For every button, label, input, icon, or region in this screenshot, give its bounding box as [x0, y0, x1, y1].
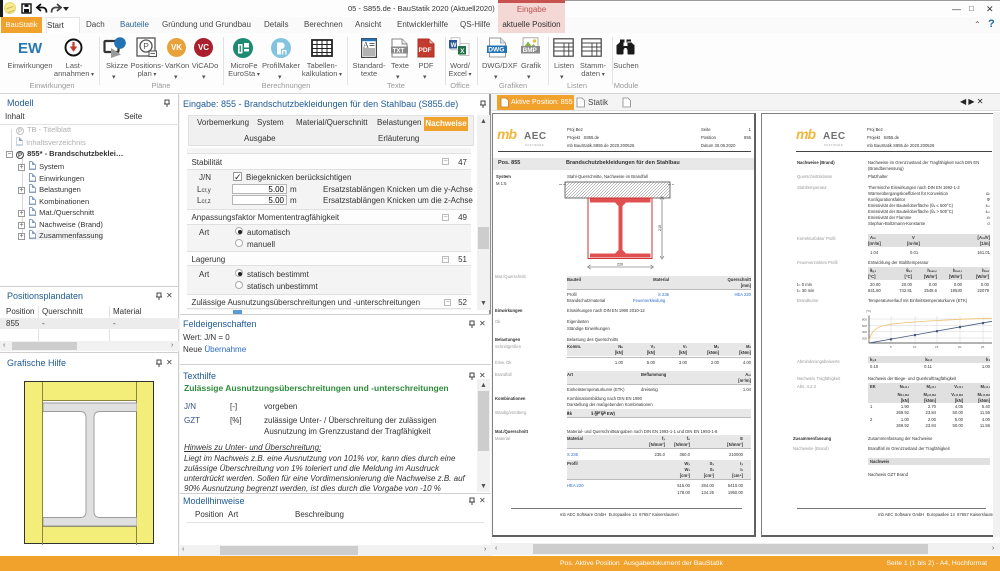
svg-text:A: A [363, 41, 369, 50]
svg-text:BMP: BMP [523, 47, 538, 54]
svg-text:TXT: TXT [393, 47, 405, 54]
svg-text:PDF: PDF [419, 47, 432, 54]
svg-text:400: 400 [862, 330, 867, 334]
svg-text:210: 210 [658, 225, 662, 231]
svg-text:220: 220 [617, 263, 623, 267]
svg-text:10: 10 [913, 345, 917, 349]
svg-text:25: 25 [981, 345, 985, 349]
svg-text:W: W [451, 42, 457, 49]
svg-text:200: 200 [862, 336, 867, 340]
svg-text:20: 20 [958, 345, 962, 349]
svg-text:DWG: DWG [488, 47, 504, 54]
svg-text:[°C]: [°C] [866, 309, 871, 313]
svg-text:15: 15 [935, 345, 939, 349]
svg-text:P: P [143, 41, 149, 51]
svg-text:600: 600 [862, 324, 867, 328]
svg-text:800: 800 [862, 317, 867, 321]
svg-text:5: 5 [890, 345, 892, 349]
